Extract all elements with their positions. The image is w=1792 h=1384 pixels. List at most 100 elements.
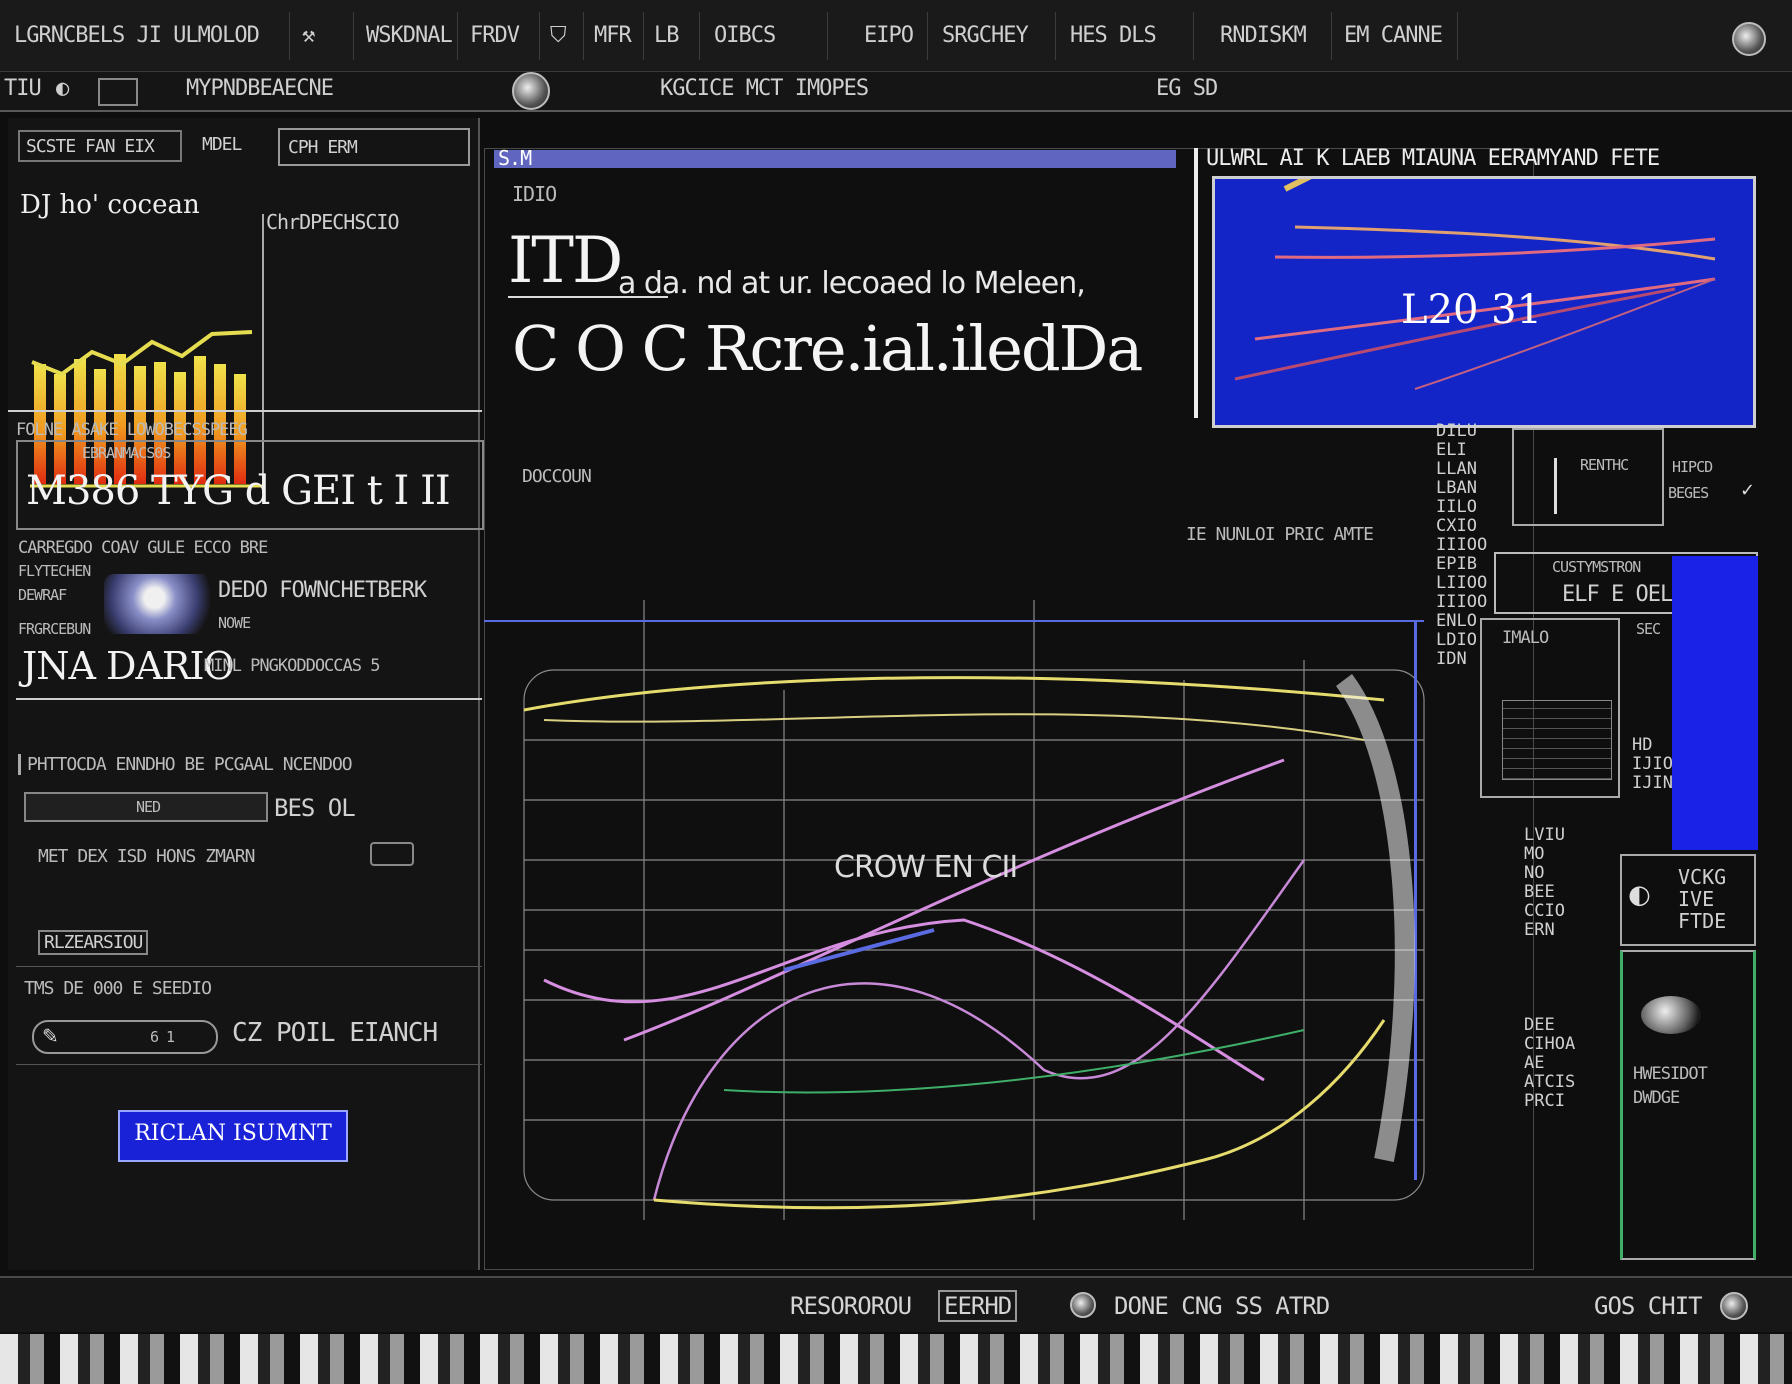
record-icon[interactable] xyxy=(512,72,550,110)
row3: PHTTOCDA ENNDHO BE PCGAAL NCENDOO xyxy=(18,754,353,775)
chart-grid xyxy=(523,600,1425,1220)
toggle-switch[interactable] xyxy=(370,842,414,866)
shield-icon: ⛉ xyxy=(550,23,566,48)
row2-label-b: DEWRAF xyxy=(18,586,67,604)
center-tab-label: S.M xyxy=(498,146,532,170)
big-code: M386 TYG d GEI t I II xyxy=(26,468,451,514)
preview-title: ULWRL AI K LAEB MIAUNA EERAMYAND FETE xyxy=(1206,146,1660,171)
series-line-pink-3 xyxy=(652,859,1306,1201)
row4: MET DEX ISD HONS ZMARN xyxy=(38,846,255,867)
profile-sub: NOWE xyxy=(218,614,251,632)
toggle-circle-icon: ◐ xyxy=(1628,880,1651,910)
text-field-suffix: BES OL xyxy=(274,794,356,822)
menu-item-4[interactable]: LB xyxy=(644,12,700,60)
pill-input-value: 6 1 xyxy=(150,1028,175,1046)
menu-item-10[interactable]: EM CANNE xyxy=(1334,12,1458,60)
menu-bar: LGRNCBELS JI ULMOLOD ⚒ WSKDNAL FRDV ⛉ MF… xyxy=(0,0,1792,72)
section1-sub: EBRANMACS0S xyxy=(82,444,171,462)
menu-item-7[interactable]: SRGCHEY xyxy=(932,12,1056,60)
headline-big: C O C Rcre.ial.iledDa xyxy=(512,312,1143,385)
profile-name: DEDO FOWNCHETBERK xyxy=(218,578,427,603)
text-field[interactable]: NED xyxy=(24,792,268,822)
preview-panel[interactable]: L20 31 xyxy=(1212,156,1756,428)
stack-card-grid xyxy=(1502,700,1612,780)
status-bar: RESOROROU EERHD DONE CNG SS ATRD GOS CHI… xyxy=(0,1276,1792,1332)
settings-orb-icon[interactable] xyxy=(1732,22,1766,56)
wire-chart xyxy=(484,600,1425,1220)
preview-trace xyxy=(1283,156,1347,192)
taskbar-strip[interactable] xyxy=(0,1334,1792,1384)
chart-center-label: CROW EN CII xyxy=(834,850,1018,885)
side-block-card[interactable]: ◐ VCKG IVE FTDE xyxy=(1620,854,1756,946)
mid-label: IE NUNLOI PRIC AMTE xyxy=(1186,524,1374,545)
row1: CARREGDO COAV GULE ECCO BRE xyxy=(18,538,268,558)
headline-prefix: ITD xyxy=(508,224,623,298)
mini-box-side-2: BEGES xyxy=(1668,484,1709,502)
bottom-card-icon xyxy=(1641,996,1701,1034)
mini-box-marker xyxy=(1554,458,1557,514)
headline-words: a da. nd at ur. lecoaed lo Meleen, xyxy=(618,266,1086,301)
tab-mdel[interactable]: MDEL xyxy=(202,134,242,155)
menu-item-6[interactable]: EIPO xyxy=(854,12,928,60)
status-left: RESOROROU xyxy=(790,1292,912,1320)
menu-item-tool-icon[interactable]: ⚒ xyxy=(292,12,354,60)
row2-label-a: FLYTECHEN xyxy=(18,562,91,580)
chart-top-rule xyxy=(484,620,1424,622)
search-input[interactable]: CPH ERM xyxy=(278,128,470,166)
stack-card[interactable]: IMALO xyxy=(1480,618,1620,798)
row2-label-c: FRGRCEBUN xyxy=(18,620,91,638)
row6-suffix: CZ POIL EIANCH xyxy=(232,1018,438,1048)
status-indicator-icon xyxy=(1070,1292,1096,1318)
back-icon[interactable]: ◐ xyxy=(56,76,69,101)
big-code-2-tail: MINL PNGKODDOCCAS 5 xyxy=(204,656,380,676)
menu-item-1[interactable]: WSKDNAL xyxy=(356,12,458,60)
preview-left-rule xyxy=(1194,148,1198,418)
section1-title: FOLNE ASAKE LOWOBECSSPEEG xyxy=(16,420,248,440)
section-divider-4 xyxy=(16,1064,482,1065)
bottom-card-title: HWESIDOT xyxy=(1633,1064,1708,1084)
row5: TMS DE 000 E SEEDIO xyxy=(24,978,212,999)
menu-item-2[interactable]: FRDV xyxy=(460,12,540,60)
section-divider-2 xyxy=(16,698,482,700)
status-boxed[interactable]: EERHD xyxy=(938,1290,1018,1322)
series-line-yellow-2 xyxy=(543,713,1365,741)
toolbar-left-label: TIU xyxy=(4,76,42,101)
toolbar-path[interactable]: MYPNDBEAECNE xyxy=(186,76,334,101)
stack-card-sub-2: SEC xyxy=(1636,620,1661,638)
menu-item-shield[interactable]: ⛉ xyxy=(540,12,584,60)
status-right: GOS CHIT xyxy=(1594,1292,1703,1320)
menu-item-9[interactable]: RNDISKM xyxy=(1210,12,1332,60)
tag-chip[interactable]: RLZEARSIOU xyxy=(38,930,149,955)
section-divider xyxy=(8,410,482,412)
menu-item-3[interactable]: MFR xyxy=(584,12,644,60)
mini-box-label: RENTHC xyxy=(1580,456,1629,474)
menu-item-8[interactable]: HES DLS xyxy=(1060,12,1194,60)
stack-card-sub: IMALO xyxy=(1502,628,1549,648)
mini-box[interactable]: RENTHC xyxy=(1512,428,1664,526)
edit-icon: ✎ xyxy=(42,1024,59,1048)
side-block-text: VCKG IVE FTDE xyxy=(1678,865,1727,933)
preview-value: L20 31 xyxy=(1401,287,1543,333)
blue-side-block xyxy=(1672,556,1758,850)
status-orb-icon[interactable] xyxy=(1720,1292,1748,1320)
menu-item-5[interactable]: OIBCS xyxy=(704,12,828,60)
glow-curve xyxy=(1335,674,1415,1162)
wrench-icon: ⚒ xyxy=(302,23,315,48)
label-doc: DOCCOUN xyxy=(522,466,592,487)
folder-icon[interactable] xyxy=(98,78,138,106)
menu-item-app[interactable]: LGRNCBELS JI ULMOLOD xyxy=(4,12,290,60)
section-divider-3 xyxy=(16,966,482,967)
pill-input[interactable]: ✎ 6 1 xyxy=(32,1020,218,1054)
check-icon: ✓ xyxy=(1740,480,1756,501)
center-header-bar xyxy=(494,150,1176,168)
bottom-card[interactable]: HWESIDOT DWDGE xyxy=(1620,950,1756,1260)
primary-action-button[interactable]: RICLAN ISUMNT xyxy=(118,1110,348,1162)
avatar[interactable] xyxy=(104,574,216,634)
center-small-tag: IDIO xyxy=(512,182,557,206)
big-code-2: JNA DARIO xyxy=(22,644,235,688)
series-line-yellow xyxy=(523,676,1385,712)
tab-scstefan[interactable]: SCSTE FAN EIX xyxy=(18,130,182,162)
right-vlist-3: LVIU MO NO BEE CCIO ERN xyxy=(1524,825,1565,940)
mini-box-side-1: HIPCD xyxy=(1672,458,1713,476)
series-line-pink-2 xyxy=(623,758,1285,1042)
